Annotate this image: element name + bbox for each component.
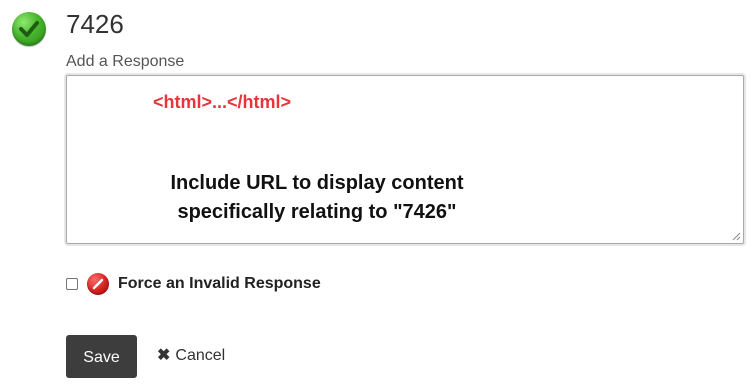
response-html-tag-text: <html>...</html>: [153, 92, 292, 112]
force-invalid-label[interactable]: Force an Invalid Response: [118, 274, 321, 294]
close-icon: ✖: [157, 347, 171, 364]
resize-handle-icon[interactable]: [731, 231, 741, 241]
force-invalid-checkbox[interactable]: [66, 278, 78, 290]
response-form: 7426 Add a Response <html>...</html> Inc…: [0, 0, 754, 390]
no-entry-icon: [87, 273, 109, 295]
cancel-button[interactable]: ✖ Cancel: [157, 346, 225, 366]
response-help-line-2: specifically relating to "7426": [177, 201, 457, 223]
response-help-text: Include URL to display content specifica…: [67, 169, 567, 227]
save-button[interactable]: Save: [66, 335, 137, 378]
response-help-line-1: Include URL to display content: [170, 172, 464, 194]
cancel-label: Cancel: [175, 347, 226, 364]
page-title: 7426: [66, 9, 124, 39]
checkmark-success-icon: [12, 12, 46, 46]
response-textarea[interactable]: <html>...</html> Include URL to display …: [66, 75, 744, 244]
response-field-label: Add a Response: [66, 53, 185, 70]
force-invalid-option: Force an Invalid Response: [66, 272, 321, 296]
